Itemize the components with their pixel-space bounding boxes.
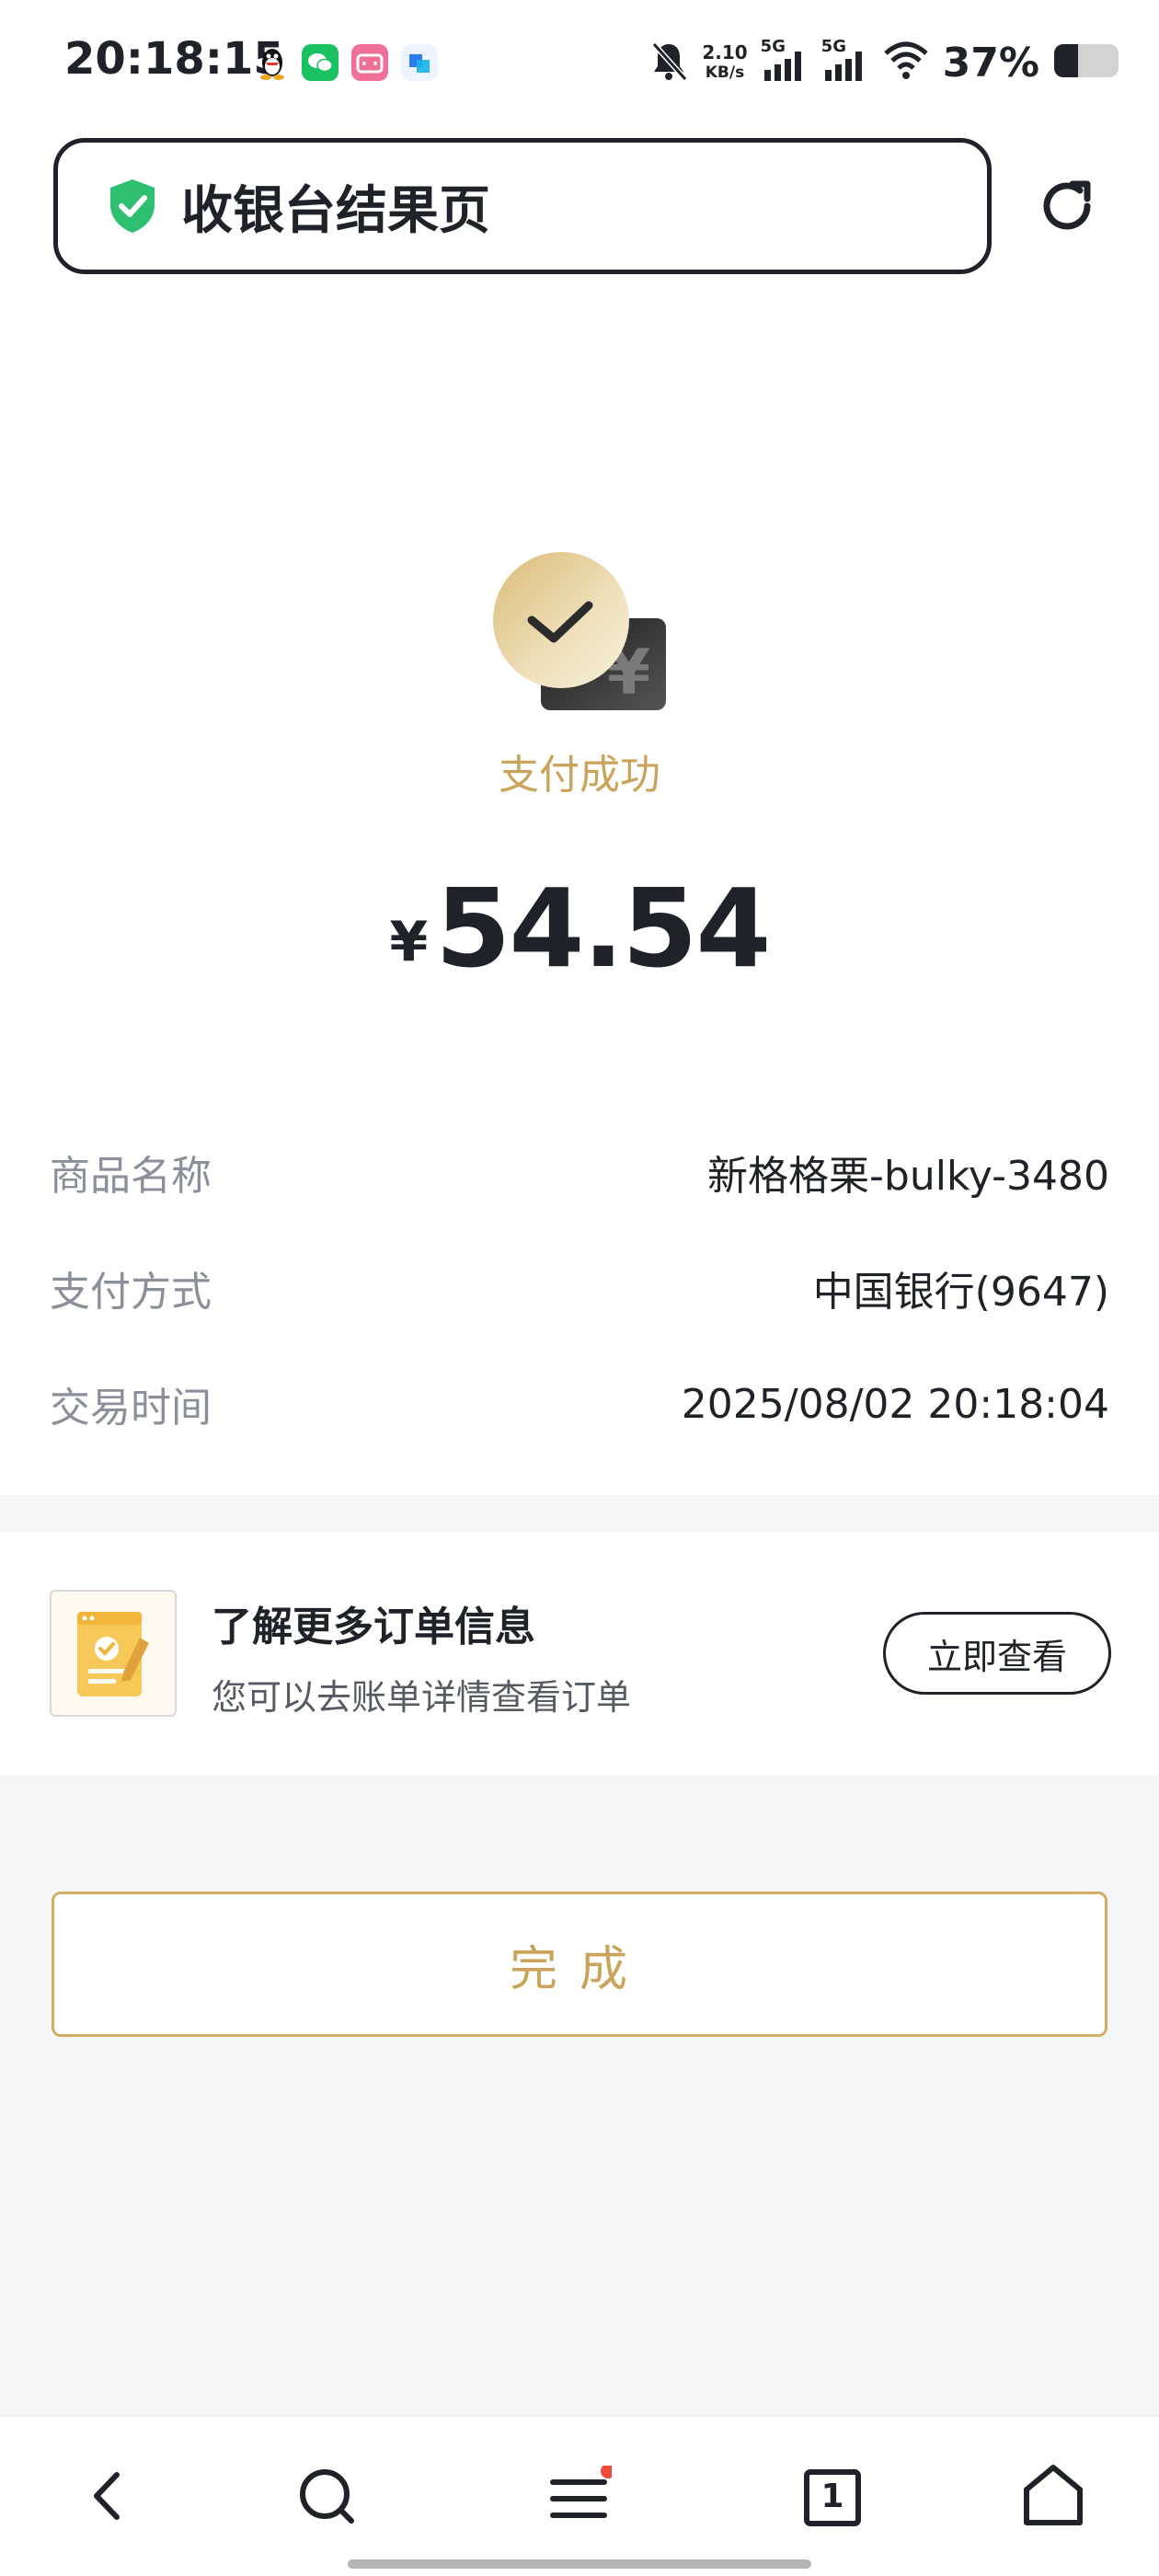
search-button[interactable]: [285, 2456, 368, 2539]
menu-button[interactable]: [538, 2456, 621, 2539]
qq-icon: [254, 44, 291, 81]
signal-icon: 5G: [761, 37, 809, 85]
view-now-button[interactable]: 立即查看: [883, 1612, 1111, 1695]
order-card-subtitle: 您可以去账单详情查看订单: [212, 1677, 632, 1718]
order-card-title: 了解更多订单信息: [212, 1604, 535, 1650]
back-icon: [80, 2464, 135, 2532]
check-coin-icon: [493, 552, 629, 688]
payment-success-graphic: ¥: [489, 548, 673, 723]
tabs-icon: 1: [803, 2468, 862, 2527]
status-time: 20:18:15: [64, 33, 284, 85]
amount-value: 54.54: [435, 865, 771, 992]
payment-amount: ¥54.54: [0, 865, 1159, 992]
detail-value: 中国银行(9647): [812, 1269, 1109, 1316]
detail-label: 商品名称: [50, 1153, 212, 1200]
bilibili-icon: [351, 44, 388, 81]
signal-icon-2: 5G: [821, 37, 869, 85]
detail-row-transaction-time: 交易时间 2025/08/02 20:18:04: [50, 1367, 1109, 1441]
network-speed: 2.10 KB/s: [702, 41, 748, 82]
done-button[interactable]: 完成: [52, 1892, 1107, 2037]
refresh-button[interactable]: [1032, 171, 1102, 241]
app-icon: [401, 44, 438, 81]
tab-count: 1: [820, 2478, 844, 2515]
home-icon: [1021, 2464, 1085, 2532]
detail-row-product: 商品名称 新格格栗-bulky-3480: [50, 1135, 1109, 1209]
payment-status: 支付成功: [499, 752, 660, 799]
page-title: 收银台结果页: [181, 180, 490, 241]
detail-label: 支付方式: [50, 1269, 212, 1316]
home-button[interactable]: [1012, 2456, 1095, 2539]
tabs-button[interactable]: 1: [791, 2456, 874, 2539]
refresh-icon: [1032, 180, 1102, 245]
detail-value: 新格格栗-bulky-3480: [707, 1153, 1109, 1200]
home-indicator: [348, 2559, 811, 2569]
search-icon: [294, 2464, 359, 2532]
back-button[interactable]: [66, 2456, 149, 2539]
status-indicators: 2.10 KB/s 5G 5G 37%: [648, 37, 1122, 88]
notification-dot: [601, 2464, 615, 2478]
wechat-icon: [302, 44, 339, 81]
shield-check-icon: [106, 177, 159, 236]
detail-value: 2025/08/02 20:18:04: [681, 1380, 1109, 1428]
address-bar[interactable]: 收银台结果页: [53, 138, 992, 274]
wifi-icon: [882, 40, 930, 85]
bell-off-icon: [648, 39, 689, 86]
currency-symbol: ¥: [389, 910, 429, 974]
battery-icon: [1052, 40, 1122, 85]
menu-icon: [547, 2464, 615, 2530]
battery-percent: 37%: [942, 39, 1039, 86]
detail-row-payment-method: 支付方式 中国银行(9647): [50, 1251, 1109, 1325]
document-check-icon: [50, 1590, 177, 1717]
detail-label: 交易时间: [50, 1385, 212, 1432]
